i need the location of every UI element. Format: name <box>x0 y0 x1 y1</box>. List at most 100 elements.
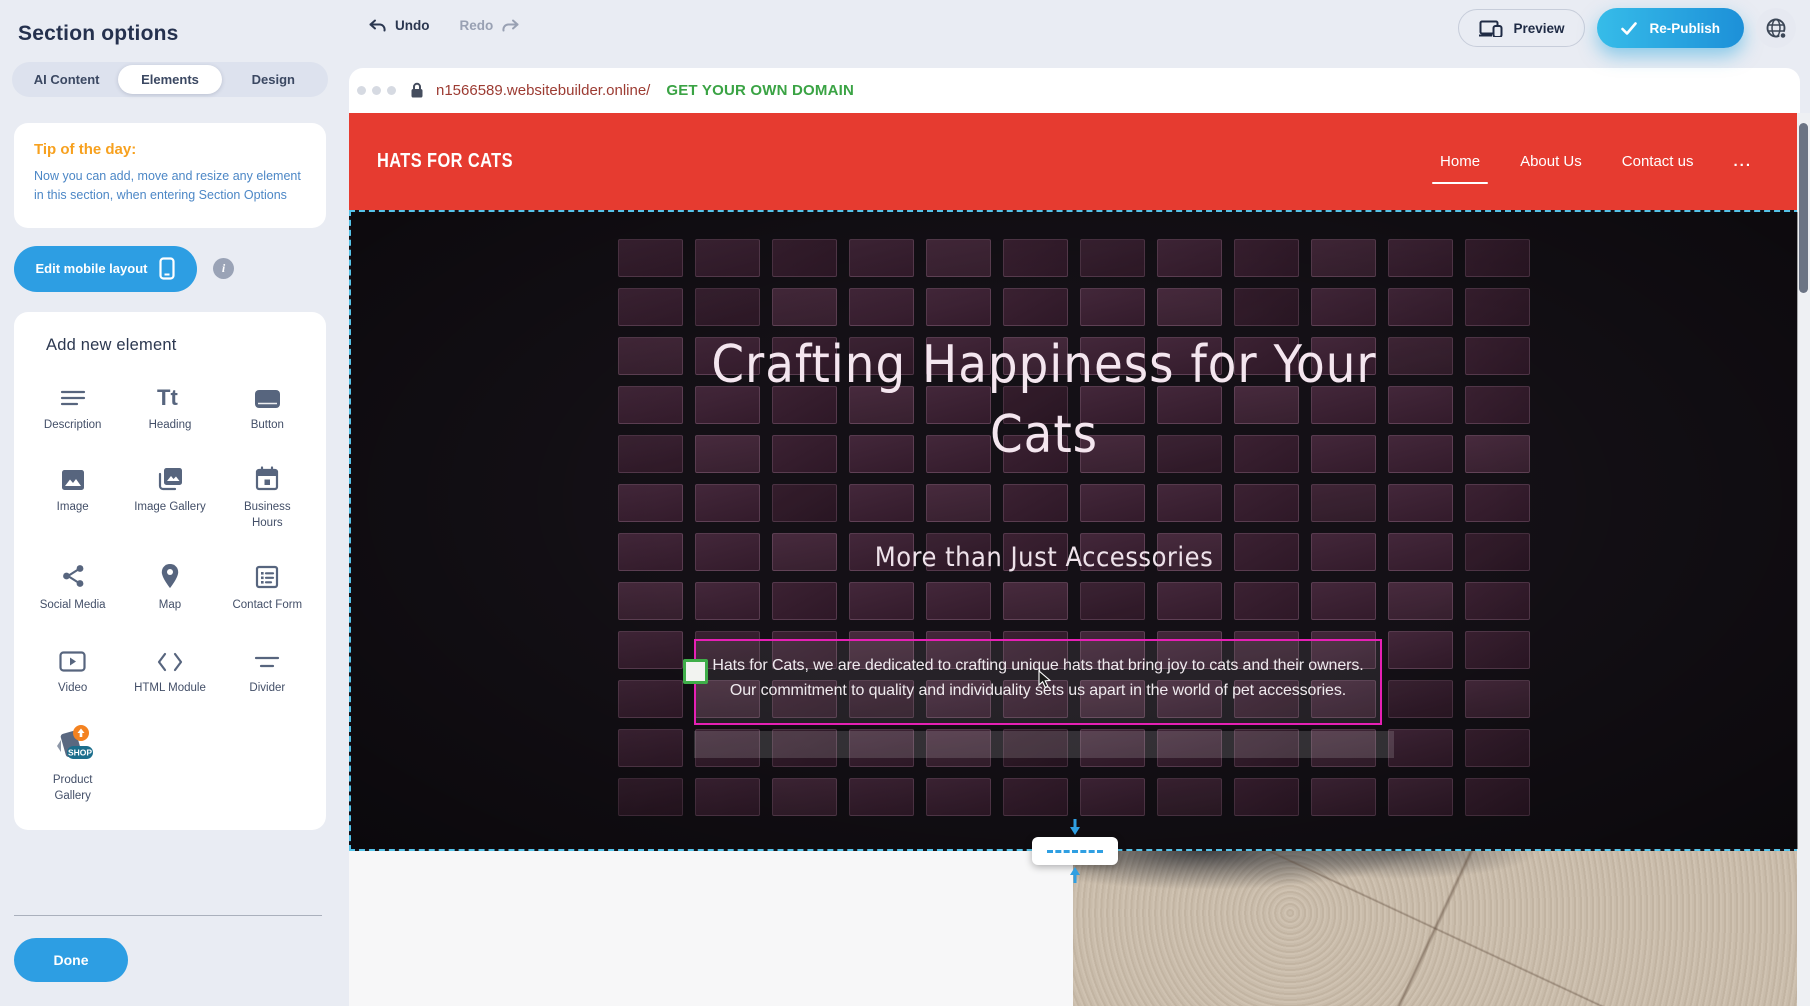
edit-mobile-layout-button[interactable]: Edit mobile layout <box>14 246 197 292</box>
wall-tile <box>926 582 991 620</box>
tab-ai-content[interactable]: AI Content <box>15 65 118 94</box>
wall-tile <box>1388 337 1453 375</box>
resize-arrow-up-icon <box>1067 866 1083 888</box>
wall-tile <box>1311 239 1376 277</box>
undo-button[interactable]: Undo <box>368 18 430 33</box>
redo-button[interactable]: Redo <box>460 18 521 33</box>
html-module-icon <box>156 642 184 672</box>
wall-tile <box>1465 435 1530 473</box>
wall-tile <box>1465 582 1530 620</box>
wall-tile <box>1465 386 1530 424</box>
element-heading[interactable]: Tt Heading <box>121 379 218 434</box>
wall-tile <box>1388 484 1453 522</box>
wall-tile <box>695 484 760 522</box>
site-url[interactable]: n1566589.websitebuilder.online/ <box>436 82 650 99</box>
wall-tile <box>849 288 914 326</box>
devices-icon <box>1479 20 1503 37</box>
wall-tile <box>772 288 837 326</box>
element-map[interactable]: Map <box>121 559 218 614</box>
scrollbar-thumb[interactable] <box>1799 123 1808 293</box>
wall-tile <box>1080 239 1145 277</box>
svg-text:SHOP: SHOP <box>68 748 92 758</box>
product-gallery-icon: SHOP <box>51 724 95 764</box>
wall-tile <box>849 239 914 277</box>
wall-tile <box>926 239 991 277</box>
element-label: Video <box>58 681 87 697</box>
wall-tile <box>1388 288 1453 326</box>
tab-elements[interactable]: Elements <box>118 65 221 94</box>
page-title: Section options <box>0 0 340 46</box>
nav-more-ellipsis[interactable]: ... <box>1731 147 1754 176</box>
wall-tile <box>618 337 683 375</box>
wall-tile <box>1003 778 1068 816</box>
hero-subheading[interactable]: More than Just Accessories <box>694 542 1394 573</box>
tip-body: Now you can add, move and resize any ele… <box>34 167 308 206</box>
tab-design[interactable]: Design <box>222 65 325 94</box>
wall-tile <box>772 778 837 816</box>
wall-tile <box>1388 386 1453 424</box>
wall-tile <box>1157 484 1222 522</box>
wall-tile <box>618 239 683 277</box>
hero-heading[interactable]: Crafting Happiness for Your Cats <box>694 330 1394 470</box>
resize-handle-left[interactable] <box>683 659 708 684</box>
preview-scrollbar <box>1797 113 1810 1006</box>
add-element-card: Add new element Description Tt Heading <box>14 312 326 831</box>
element-label: Divider <box>249 681 285 697</box>
wall-tile <box>1003 288 1068 326</box>
tile-grid <box>618 239 1530 816</box>
info-icon[interactable]: i <box>213 258 234 279</box>
element-label: Business Hours <box>231 500 303 531</box>
wall-tile <box>1465 484 1530 522</box>
wall-tile <box>1388 533 1453 571</box>
element-label: Image Gallery <box>134 500 206 516</box>
element-label: Button <box>251 418 284 434</box>
wall-tile <box>1080 288 1145 326</box>
element-product-gallery[interactable]: SHOP Product Gallery <box>24 724 121 804</box>
done-button[interactable]: Done <box>14 938 128 982</box>
wall-tile <box>618 631 683 669</box>
wall-tile <box>1234 288 1299 326</box>
get-domain-link[interactable]: GET YOUR OWN DOMAIN <box>666 82 854 99</box>
element-video[interactable]: Video <box>24 642 121 697</box>
wall-tile <box>926 778 991 816</box>
business-hours-icon <box>255 461 279 491</box>
element-html-module[interactable]: HTML Module <box>121 642 218 697</box>
republish-button[interactable]: Re-Publish <box>1597 8 1744 48</box>
wall-tile <box>618 582 683 620</box>
element-image-gallery[interactable]: Image Gallery <box>121 461 218 531</box>
section-resize-handle[interactable] <box>1032 837 1118 865</box>
preview-button[interactable]: Preview <box>1458 9 1585 47</box>
heading-icon: Tt <box>156 379 184 409</box>
language-globe-button[interactable] <box>1756 8 1796 48</box>
element-description[interactable]: Description <box>24 379 121 434</box>
tip-of-the-day-card: Tip of the day: Now you can add, move an… <box>14 123 326 228</box>
element-divider[interactable]: Divider <box>219 642 316 697</box>
redo-icon <box>501 19 520 33</box>
button-icon <box>254 379 281 409</box>
nav-home[interactable]: Home <box>1438 147 1482 176</box>
image-icon <box>61 461 85 491</box>
undo-label: Undo <box>395 18 430 33</box>
browser-chrome-bar: n1566589.websitebuilder.online/ GET YOUR… <box>349 68 1800 113</box>
wall-tile <box>849 778 914 816</box>
wall-tile <box>1388 729 1453 767</box>
wall-tile <box>1234 484 1299 522</box>
image-gallery-icon <box>157 461 183 491</box>
element-ghost-strip <box>694 731 1394 758</box>
site-logo[interactable]: HATS FOR CATS <box>377 150 513 173</box>
element-contact-form[interactable]: Contact Form <box>219 559 316 614</box>
wall-tile <box>1388 239 1453 277</box>
wall-tile <box>1465 533 1530 571</box>
wall-tile <box>1465 680 1530 718</box>
element-button[interactable]: Button <box>219 379 316 434</box>
nav-about-us[interactable]: About Us <box>1518 147 1584 176</box>
wall-tile <box>849 582 914 620</box>
wall-tile <box>1080 778 1145 816</box>
element-social-media[interactable]: Social Media <box>24 559 121 614</box>
nav-contact-us[interactable]: Contact us <box>1620 147 1696 176</box>
website-builder-app: Section options AI Content Elements Desi… <box>0 0 1810 1006</box>
element-business-hours[interactable]: Business Hours <box>219 461 316 531</box>
hero-section-selected[interactable]: Crafting Happiness for Your Cats More th… <box>349 210 1800 851</box>
element-image[interactable]: Image <box>24 461 121 531</box>
site-nav: Home About Us Contact us ... <box>1438 113 1754 210</box>
